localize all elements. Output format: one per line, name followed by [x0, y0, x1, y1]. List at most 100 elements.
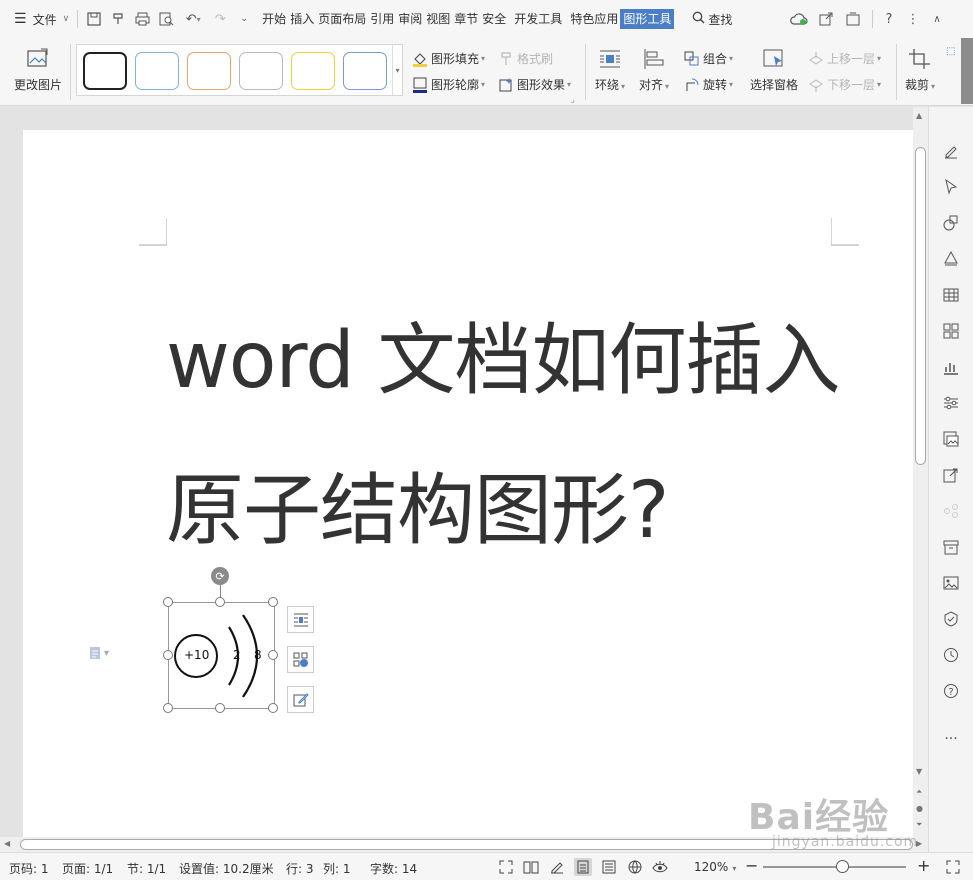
edit-shape-button[interactable]	[287, 686, 314, 713]
select-browse-icon[interactable]: ●	[916, 804, 923, 813]
save-icon[interactable]	[82, 0, 106, 38]
tab-view[interactable]: 视图	[424, 9, 452, 29]
align-button[interactable]: 对齐 ▾	[636, 38, 672, 93]
resize-handle-bottom-left[interactable]	[163, 703, 173, 713]
tab-shape-tools[interactable]: 图形工具	[620, 9, 675, 29]
tab-page-layout[interactable]: 页面布局	[316, 9, 368, 29]
search-button[interactable]: 查找	[688, 0, 736, 38]
format-painter-button[interactable]: 格式刷	[498, 50, 553, 67]
shape-effect-button[interactable]: 图形效果 ▾	[498, 76, 571, 93]
chart-icon[interactable]	[941, 357, 961, 377]
format-painter-icon[interactable]	[106, 0, 130, 38]
scroll-right-icon[interactable]: ▶	[916, 839, 922, 848]
row-indicator[interactable]: 行: 3	[286, 860, 314, 877]
tab-review[interactable]: 审阅	[396, 9, 424, 29]
tab-chapter[interactable]: 章节	[452, 9, 480, 29]
print-icon[interactable]	[130, 0, 154, 38]
history-icon[interactable]	[941, 645, 961, 665]
page-number[interactable]: 页码: 1	[9, 860, 49, 877]
zoom-slider-knob[interactable]	[836, 860, 849, 873]
resize-handle-top[interactable]	[215, 597, 225, 607]
group-button[interactable]: 组合 ▾	[684, 50, 733, 67]
cursor-select-icon[interactable]	[941, 177, 961, 197]
print-preview-icon[interactable]	[154, 0, 178, 38]
ribbon-scrollbar[interactable]	[961, 38, 973, 104]
image-library-icon[interactable]	[941, 429, 961, 449]
atom-structure-shape[interactable]: +10 2 8	[168, 602, 275, 709]
setting-value[interactable]: 设置值: 10.2厘米	[179, 860, 274, 877]
tab-developer[interactable]: 开发工具	[512, 9, 564, 29]
vertical-scroll-thumb[interactable]	[915, 147, 926, 465]
page-count[interactable]: 页面: 1/1	[62, 860, 113, 877]
wrap-button[interactable]: 环绕 ▾	[592, 38, 628, 93]
dialog-launcher-icon[interactable]: ⌟	[571, 95, 575, 104]
collapse-ribbon-icon[interactable]: ∧	[925, 0, 949, 38]
page-view-icon[interactable]	[574, 858, 592, 876]
zoom-slider-track[interactable]	[763, 866, 906, 868]
help-icon[interactable]: ?	[877, 0, 901, 38]
shield-icon[interactable]	[941, 609, 961, 629]
shape-style-swatch[interactable]	[291, 52, 335, 90]
resize-handle-right[interactable]	[268, 650, 278, 660]
gallery-more-icon[interactable]: ▾	[392, 45, 402, 95]
picture-icon[interactable]	[941, 573, 961, 593]
share-icon[interactable]	[814, 0, 838, 38]
bring-forward-button[interactable]: 上移一层 ▾	[808, 50, 881, 67]
cloud-sync-icon[interactable]	[784, 0, 814, 38]
shape-style-swatch[interactable]	[83, 52, 127, 90]
write-mode-icon[interactable]	[548, 858, 566, 876]
zoom-in-icon[interactable]: +	[917, 856, 930, 875]
fit-window-icon[interactable]	[944, 858, 962, 876]
shape-style-swatch[interactable]	[135, 52, 179, 90]
resize-handle-bottom-right[interactable]	[268, 703, 278, 713]
previous-page-icon[interactable]: ⏶	[916, 787, 922, 797]
layout-options-button[interactable]	[287, 606, 314, 633]
resize-handle-bottom[interactable]	[215, 703, 225, 713]
next-page-icon[interactable]: ⏷	[916, 820, 922, 830]
help-circle-icon[interactable]: ?	[941, 681, 961, 701]
send-backward-button[interactable]: 下移一层 ▾	[808, 76, 881, 93]
column-indicator[interactable]: 列: 1	[323, 860, 351, 877]
shape-fill-button[interactable]: 图形填充 ▾	[412, 50, 485, 67]
zoom-out-icon[interactable]: −	[745, 856, 758, 875]
section-count[interactable]: 节: 1/1	[127, 860, 166, 877]
crop-button[interactable]: 裁剪 ▾	[902, 38, 938, 93]
more-horizontal-icon[interactable]: ···	[941, 729, 961, 749]
shape-style-swatch[interactable]	[343, 52, 387, 90]
tab-insert[interactable]: 插入	[288, 9, 316, 29]
customize-dropdown-icon[interactable]: ⌄	[232, 0, 256, 38]
grid-icon[interactable]	[941, 321, 961, 341]
redo-icon[interactable]: ↷	[208, 0, 232, 38]
change-picture-button[interactable]: 更改图片	[10, 38, 66, 93]
outline-view-icon[interactable]	[600, 858, 618, 876]
tab-home[interactable]: 开始	[260, 9, 288, 29]
shape-style-swatch[interactable]	[187, 52, 231, 90]
tab-special[interactable]: 特色应用	[568, 9, 620, 29]
read-mode-icon[interactable]	[522, 858, 540, 876]
rotate-handle[interactable]: ⟳	[211, 567, 229, 585]
horizontal-scroll-thumb[interactable]	[20, 839, 913, 850]
resize-handle-left[interactable]	[163, 650, 173, 660]
pen-icon[interactable]	[941, 141, 961, 161]
tools-dropdown-icon[interactable]	[838, 0, 868, 38]
shape-style-swatch[interactable]	[239, 52, 283, 90]
settings-sliders-icon[interactable]	[941, 393, 961, 413]
eye-protection-icon[interactable]	[651, 858, 669, 876]
tab-references[interactable]: 引用	[368, 9, 396, 29]
word-count[interactable]: 字数: 14	[370, 860, 417, 877]
scroll-up-icon[interactable]: ▲	[916, 111, 922, 120]
zoom-level[interactable]: 120% ▾	[694, 860, 736, 874]
resize-handle-top-right[interactable]	[268, 597, 278, 607]
resize-handle-top-left[interactable]	[163, 597, 173, 607]
scroll-down-icon[interactable]: ▼	[916, 767, 922, 776]
document-page[interactable]: word 文档如何插入 原子结构图形? ▾ ⟳ +10 2 8	[23, 130, 914, 837]
export-icon[interactable]	[941, 465, 961, 485]
shape-styles-button[interactable]	[287, 646, 314, 673]
vertical-scrollbar[interactable]: ▲ ▼ ⏶ ● ⏷	[913, 107, 928, 837]
style-layers-icon[interactable]	[941, 249, 961, 269]
rotate-button[interactable]: 旋转 ▾	[684, 76, 733, 93]
table-icon[interactable]	[941, 285, 961, 305]
undo-icon[interactable]: ↶ ▾	[178, 0, 208, 38]
file-menu[interactable]: ☰ 文件 ∨	[0, 0, 73, 38]
selection-pane-button[interactable]: 选择窗格	[748, 38, 800, 93]
